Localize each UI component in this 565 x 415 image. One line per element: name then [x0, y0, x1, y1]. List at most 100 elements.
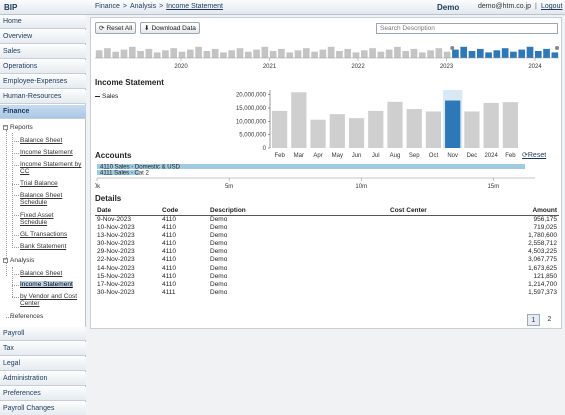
accounts-title: Accounts — [95, 151, 132, 160]
chart-bar[interactable] — [502, 102, 518, 148]
timeline-bar — [402, 51, 410, 58]
nav-administration[interactable]: Administration — [0, 372, 86, 386]
accounts-reset-link[interactable]: ⟳Reset — [522, 151, 546, 159]
cell-code: 4110 — [162, 264, 176, 272]
sidebar: Home Overview Sales Operations Employee-… — [0, 15, 86, 415]
table-row[interactable]: 15-Nov-2023 4110 Demo 121,850 — [95, 273, 559, 281]
logout-link[interactable]: Logout — [541, 3, 562, 10]
timeline-bar — [418, 52, 426, 58]
nav-payroll-changes[interactable]: Payroll Changes — [0, 402, 86, 415]
nav-preferences[interactable]: Preferences — [0, 387, 86, 401]
cell-code: 4110 — [162, 280, 176, 288]
nav-overview[interactable]: Overview — [0, 30, 86, 44]
chart-bar[interactable] — [368, 110, 384, 148]
col-date[interactable]: Date — [95, 206, 160, 216]
reset-all-button[interactable]: ⟳ Reset All — [95, 22, 137, 34]
tree-connector — [12, 285, 19, 286]
nav-employee-expenses[interactable]: Employee-Expenses — [0, 75, 86, 89]
nav-tax[interactable]: Tax — [0, 342, 86, 356]
chart-bar[interactable] — [483, 102, 499, 148]
chart-bar[interactable] — [272, 110, 288, 148]
cell-amount: 4,503,225 — [528, 248, 557, 256]
report-fixed-asset-schedule[interactable]: Fixed Asset Schedule — [20, 212, 70, 226]
nav-home[interactable]: Home — [0, 15, 86, 29]
breadcrumb-income-statement[interactable]: Income Statement — [166, 3, 223, 10]
chart-bar[interactable] — [425, 111, 442, 148]
timeline-brush[interactable]: 2020 2021 2022 2023 2024 — [95, 38, 559, 70]
chart-bar[interactable] — [406, 109, 422, 148]
reset-all-label: Reset All — [106, 25, 133, 32]
chart-bar[interactable] — [310, 119, 326, 148]
cell-code: 4110 — [162, 215, 176, 223]
report-balance-sheet[interactable]: Balance Sheet — [20, 137, 62, 144]
collapse-icon[interactable]: − — [3, 257, 8, 263]
brush-handle[interactable] — [450, 46, 455, 50]
details-table: Date Code Description Cost Center Amount… — [95, 206, 559, 297]
breadcrumb-finance[interactable]: Finance — [95, 3, 120, 10]
chart-bar[interactable] — [348, 118, 365, 148]
timeline-bar — [534, 51, 542, 58]
col-cost-center[interactable]: Cost Center — [388, 206, 483, 216]
nav-legal[interactable]: Legal — [0, 357, 86, 371]
table-row[interactable]: 10-Nov-2023 4110 Demo 719,025 — [95, 224, 559, 232]
timeline-bar — [460, 46, 468, 58]
tree-analysis[interactable]: − Analysis — [3, 257, 34, 264]
nav-finance[interactable]: Finance — [0, 105, 86, 119]
report-gl-transactions[interactable]: GL Transactions — [20, 231, 67, 238]
chart-bar[interactable] — [445, 100, 461, 148]
report-bank-statement[interactable]: Bank Statement — [20, 243, 66, 250]
table-row[interactable]: 17-Nov-2023 4110 Demo 1,214,700 — [95, 281, 559, 289]
cell-date: 9-Nov-2023 — [97, 215, 131, 223]
analysis-income-statement[interactable]: Income Statement — [20, 281, 73, 288]
table-row[interactable]: 9-Nov-2023 4110 Demo 956,175 — [95, 215, 559, 224]
col-amount[interactable]: Amount — [482, 206, 559, 216]
timeline-year-label: 2024 — [528, 64, 542, 70]
page-1-button[interactable]: 1 — [527, 314, 540, 326]
page-2-button[interactable]: 2 — [543, 314, 556, 326]
col-description[interactable]: Description — [208, 206, 388, 216]
table-row[interactable]: 29-Nov-2023 4110 Demo 4,503,225 — [95, 248, 559, 256]
tree-connector — [12, 247, 19, 248]
y-tick-label: 5,000,000 — [239, 133, 266, 139]
accounts-chart[interactable]: 4110 Sales - Domestic & USD4111 Sales - … — [95, 163, 559, 191]
chart-bar[interactable] — [464, 111, 480, 148]
brush-handle[interactable] — [555, 46, 559, 50]
col-code[interactable]: Code — [160, 206, 208, 216]
breadcrumb-analysis[interactable]: Analysis — [130, 3, 156, 10]
table-row[interactable]: 30-Nov-2023 4110 Demo 2,558,712 — [95, 240, 559, 248]
report-trial-balance[interactable]: Trial Balance — [20, 180, 58, 187]
nav-operations[interactable]: Operations — [0, 60, 86, 74]
chart-bar[interactable] — [329, 114, 345, 148]
cell-description: Demo — [210, 223, 228, 231]
collapse-icon[interactable]: − — [3, 124, 8, 130]
report-income-statement-by-cc[interactable]: Income Statement by CC — [20, 161, 82, 175]
cell-date: 10-Nov-2023 — [97, 223, 135, 231]
tree-references[interactable]: References — [10, 313, 43, 320]
table-row[interactable]: 22-Nov-2023 4110 Demo 3,067,775 — [95, 256, 559, 264]
nav-payroll[interactable]: Payroll — [0, 327, 86, 341]
x-tick-label: Nov — [447, 153, 458, 159]
chart-bar[interactable] — [291, 92, 307, 148]
cell-code: 4111 — [162, 289, 176, 297]
income-statement-chart[interactable]: Feb Mar Apr May Jun Jul Aug Sep Oct Nov Dec 2024 Feb… — [228, 84, 528, 164]
timeline-bar — [269, 51, 277, 58]
timeline-bar — [385, 49, 393, 58]
income-statement-title: Income Statement — [95, 78, 164, 87]
nav-sales[interactable]: Sales — [0, 45, 86, 59]
analysis-balance-sheet[interactable]: Balance Sheet — [20, 270, 62, 277]
cell-description: Demo — [210, 248, 228, 256]
tree-reports[interactable]: − Reports — [3, 124, 33, 131]
analysis-by-vendor-and-cost-center[interactable]: by Vendor and Cost Center — [20, 293, 84, 307]
search-input[interactable] — [376, 23, 558, 34]
nav-human-resources[interactable]: Human-Resources — [0, 90, 86, 104]
download-data-button[interactable]: ⬇ Download Data — [140, 22, 200, 34]
timeline-bar — [253, 49, 260, 58]
timeline-bar — [493, 50, 501, 58]
table-row[interactable]: 30-Nov-2023 4111 Demo 1,597,373 — [95, 289, 559, 297]
chart-bar[interactable] — [387, 101, 403, 148]
report-balance-sheet-schedule[interactable]: Balance Sheet Schedule — [20, 192, 72, 206]
table-row[interactable]: 14-Nov-2023 4110 Demo 1,673,625 — [95, 264, 559, 272]
table-row[interactable]: 13-Nov-2023 4110 Demo 1,780,600 — [95, 232, 559, 240]
cell-cost-center — [388, 215, 483, 224]
report-income-statement[interactable]: Income Statement — [20, 149, 73, 156]
